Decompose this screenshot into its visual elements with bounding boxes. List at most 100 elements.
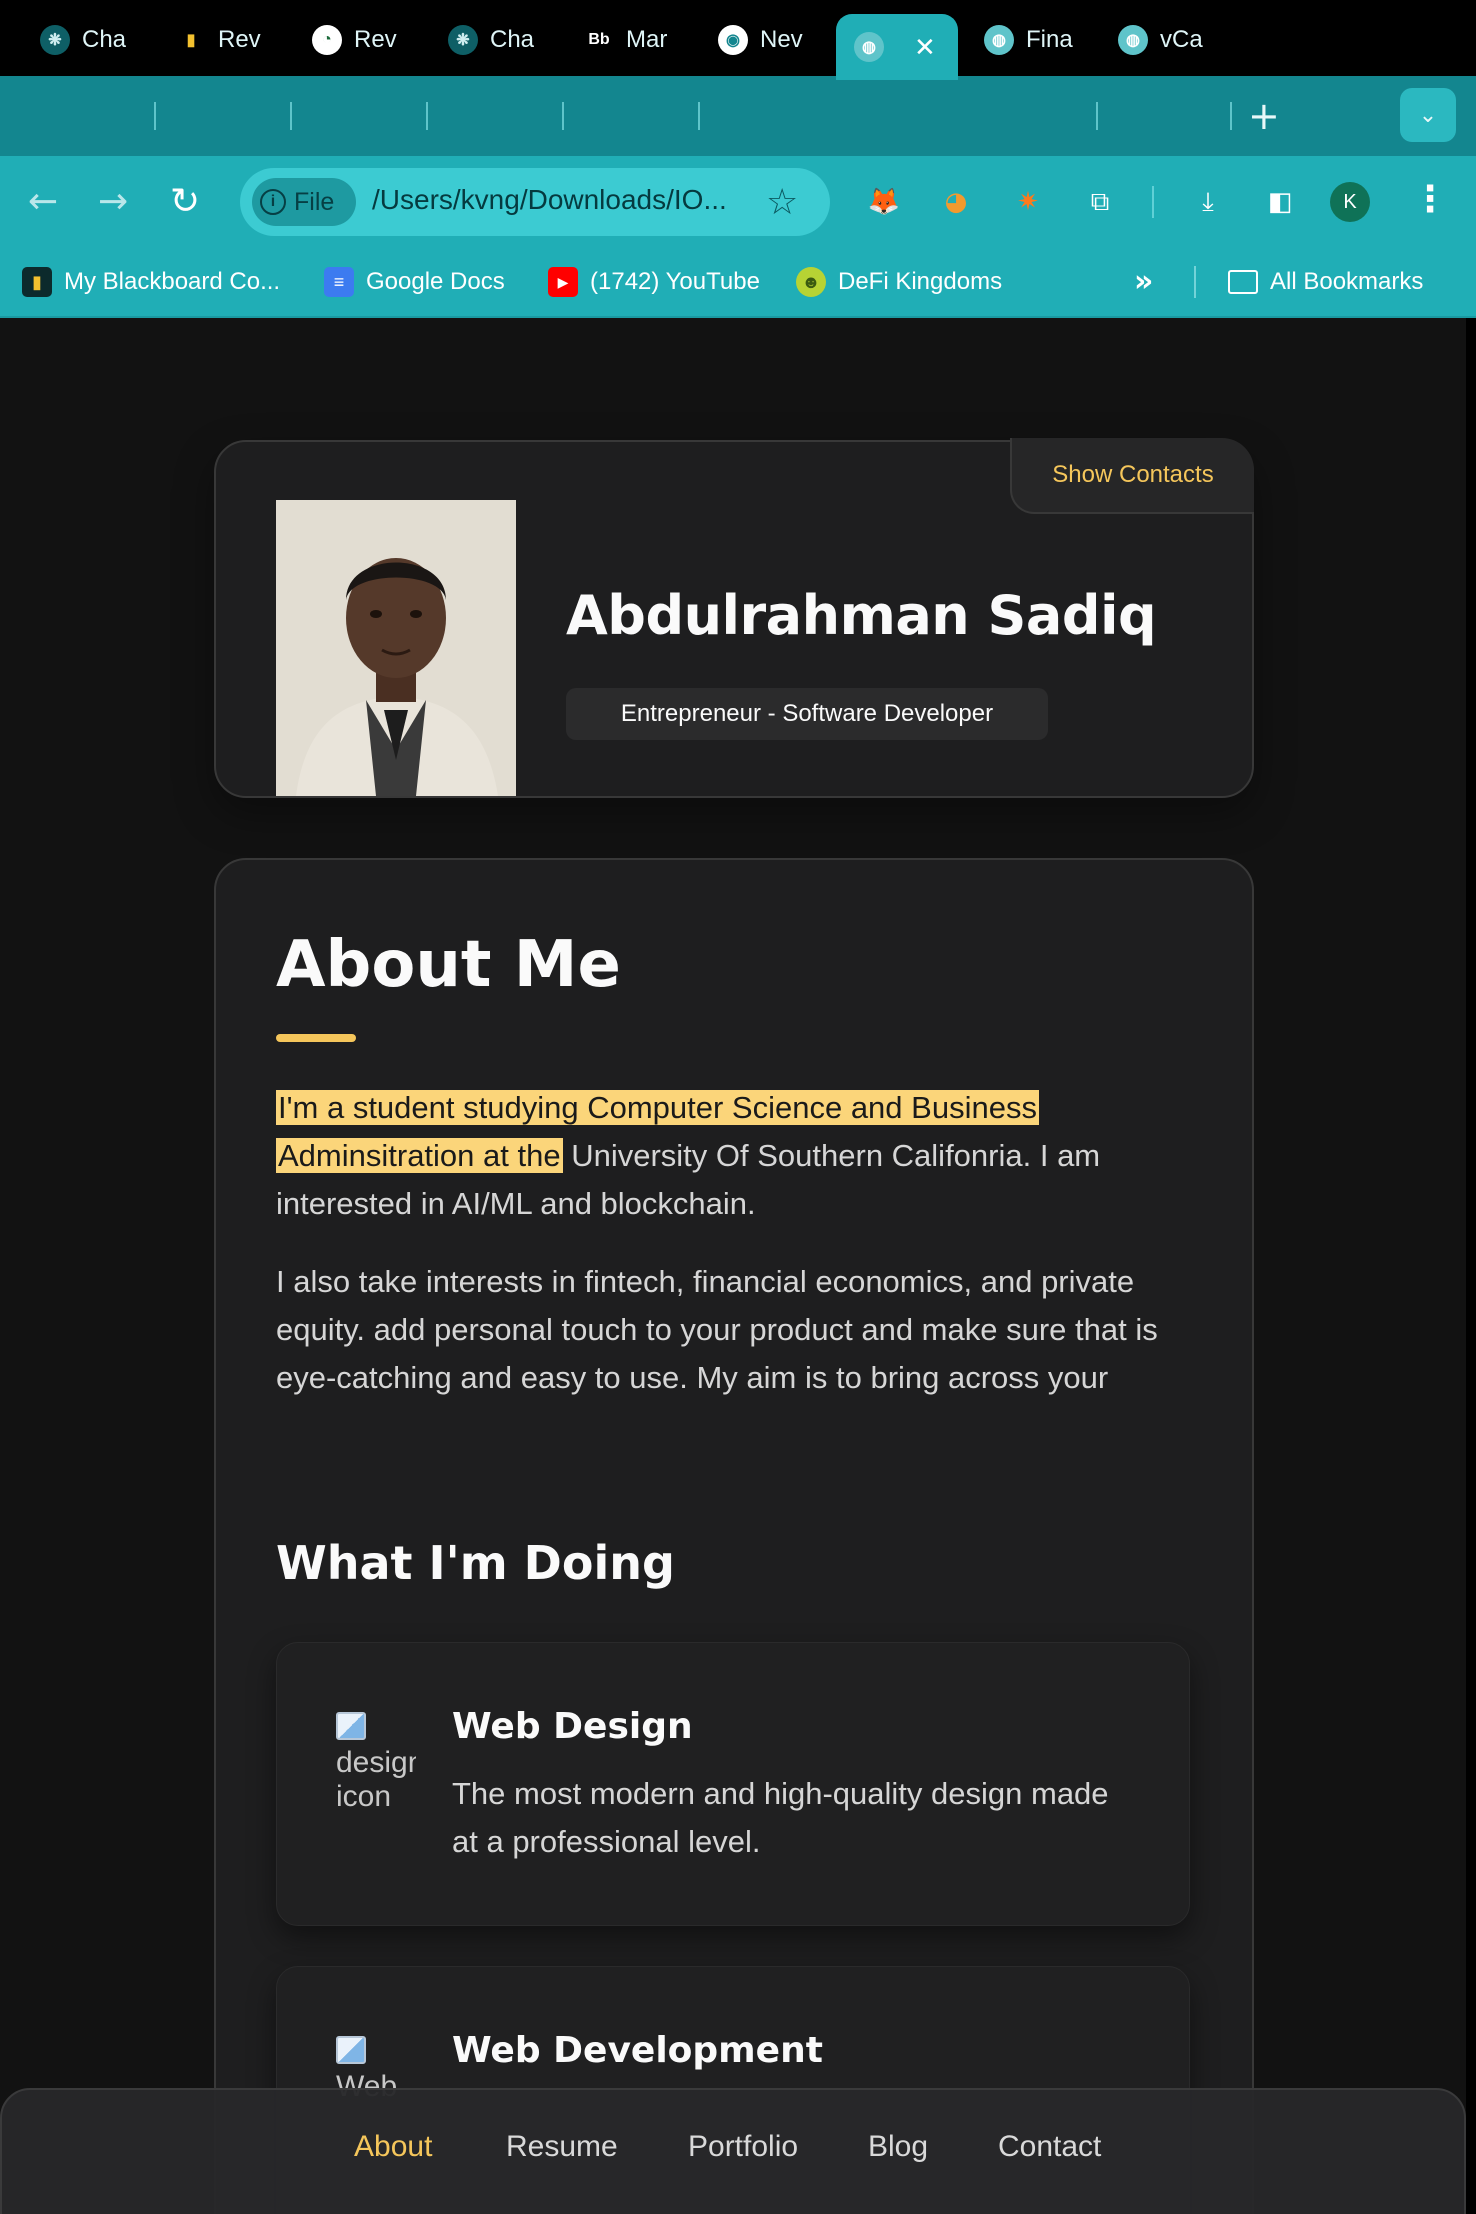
tab-separator — [1230, 102, 1232, 130]
metamask-fox-icon[interactable]: 🦊 — [864, 182, 904, 222]
globe-icon: ◍ — [1118, 25, 1148, 55]
folder-icon — [1228, 270, 1258, 294]
tab-label: Rev — [354, 26, 397, 53]
nav-contact[interactable]: Contact — [998, 2130, 1101, 2164]
tab-separator — [1096, 102, 1098, 130]
side-panel-icon[interactable]: ◧ — [1260, 182, 1300, 222]
highlighted-text: Adminsitration at the — [276, 1138, 563, 1173]
tab-8[interactable]: ◍ Fina — [984, 14, 1094, 66]
highlighted-text: I'm a student studying Computer Science … — [276, 1090, 1039, 1125]
url-text[interactable]: /Users/kvng/Downloads/IO... — [372, 184, 752, 216]
globe-icon: ◍ — [984, 25, 1014, 55]
bookmarks-separator — [1194, 266, 1196, 298]
bookmark-label: (1742) YouTube — [590, 268, 760, 295]
globe-icon: ◍ — [854, 32, 884, 62]
paragraph-text: University Of Southern Califonria. I am — [562, 1138, 1101, 1173]
all-bookmarks-label: All Bookmarks — [1270, 268, 1424, 295]
tab-4[interactable]: ❋ Cha — [448, 14, 558, 66]
tab-9[interactable]: ◍ vCa — [1118, 14, 1228, 66]
tab-separator — [698, 102, 700, 130]
chatgpt-icon: ❋ — [448, 25, 478, 55]
tab-label: Cha — [82, 26, 127, 53]
bookmark-google-docs[interactable]: ≡ Google Docs — [324, 264, 505, 300]
chip-label: File — [294, 187, 335, 216]
service-description: The most modern and high-quality design … — [452, 1776, 1109, 1859]
show-contacts-button[interactable]: Show Contacts — [1010, 438, 1254, 514]
design-icon: design icon — [336, 1712, 416, 1832]
new-tab-button[interactable]: + — [1248, 96, 1280, 136]
window-edge — [1466, 318, 1476, 2214]
tab-6[interactable]: ◉ Nev — [718, 14, 828, 66]
docs-icon: ≡ — [324, 267, 354, 297]
service-title: Web Design — [452, 1706, 693, 1747]
chevron-down-icon: ⌄ — [1418, 102, 1438, 128]
icon-alt-text: design icon — [336, 1746, 416, 1813]
about-paragraph-2: I also take interests in fintech, financ… — [276, 1264, 1158, 1395]
tab-3[interactable]: ◔ Rev — [312, 14, 422, 66]
tab-label: Rev — [218, 26, 261, 53]
forward-button[interactable]: → — [98, 182, 128, 222]
tab-label: Mar — [626, 26, 668, 53]
extension-owl-icon[interactable]: ◕ — [936, 182, 976, 222]
tab-active[interactable]: ◍ ✕ — [836, 14, 958, 80]
tab-label: Fina — [1026, 26, 1073, 53]
avatar-photo — [276, 500, 516, 796]
tab-label: Cha — [490, 26, 535, 53]
chart-circle-icon: ◔ — [312, 25, 342, 55]
bookmark-label: My Blackboard Co... — [64, 268, 281, 295]
extensions-puzzle-icon[interactable]: ⧉ — [1080, 182, 1120, 222]
profile-title-badge: Entrepreneur - Software Developer — [566, 688, 1048, 740]
tab-separator — [154, 102, 156, 130]
bookmark-youtube[interactable]: ▶ (1742) YouTube — [548, 264, 760, 300]
chrome-icon: ◉ — [718, 25, 748, 55]
bookmark-defi-kingdoms[interactable]: ☻ DeFi Kingdoms — [796, 264, 1002, 300]
about-paragraph-1: I'm a student studying Computer Science … — [276, 1084, 1206, 1228]
person-photo — [276, 500, 516, 796]
site-info-chip[interactable]: i File — [252, 178, 356, 226]
back-button[interactable]: ← — [28, 182, 58, 222]
bookmark-blackboard[interactable]: ▮ My Blackboard Co... — [22, 264, 280, 300]
chatgpt-icon: ❋ — [40, 25, 70, 55]
broken-image-icon — [336, 1712, 366, 1740]
youtube-icon: ▶ — [548, 267, 578, 297]
about-heading: About Me — [276, 928, 621, 1002]
blackboard-icon: Bb — [584, 25, 614, 55]
download-icon[interactable]: ⤓ — [1188, 182, 1228, 222]
arrow-left-icon: ← — [28, 181, 59, 222]
more-bookmarks-icon[interactable]: » — [1134, 264, 1153, 299]
spark-extension-icon[interactable]: ✷ — [1008, 182, 1048, 222]
screen: ❋ Cha ▮ Rev ◔ Rev ❋ Cha Bb Mar ◉ Nev ◍ ✕… — [0, 0, 1476, 2214]
heading-underline — [276, 1034, 356, 1042]
all-bookmarks[interactable]: All Bookmarks — [1228, 264, 1423, 300]
toolbar-separator — [1152, 186, 1154, 218]
reload-icon: ↻ — [170, 181, 201, 222]
bar-chart-icon: ▮ — [22, 267, 52, 297]
bar-chart-icon: ▮ — [186, 32, 196, 49]
paragraph-text: interested in AI/ML and blockchain. — [276, 1186, 756, 1221]
tab-2[interactable]: ▮ Rev — [176, 14, 286, 66]
nav-resume[interactable]: Resume — [506, 2130, 618, 2164]
info-icon: i — [260, 189, 286, 215]
profile-name: Abdulrahman Sadiq — [566, 584, 1157, 647]
bookmark-star-icon[interactable]: ☆ — [766, 182, 798, 223]
service-title: Web Development — [452, 2030, 823, 2071]
bookmark-label: DeFi Kingdoms — [838, 268, 1003, 295]
reload-button[interactable]: ↻ — [170, 182, 200, 222]
nav-about[interactable]: About — [354, 2130, 432, 2164]
arrow-right-icon: → — [98, 181, 129, 222]
nav-blog[interactable]: Blog — [868, 2130, 928, 2164]
tab-label: vCa — [1160, 26, 1203, 53]
tab-separator — [290, 102, 292, 130]
profile-avatar[interactable]: K — [1330, 182, 1370, 222]
nav-portfolio[interactable]: Portfolio — [688, 2130, 798, 2164]
defi-icon: ☻ — [796, 267, 826, 297]
broken-image-icon — [336, 2036, 366, 2064]
tab-separator — [426, 102, 428, 130]
tab-5[interactable]: Bb Mar — [584, 14, 694, 66]
bookmark-label: Google Docs — [366, 268, 505, 295]
tab-label: Nev — [760, 26, 803, 53]
tab-1[interactable]: ❋ Cha — [40, 14, 150, 66]
tab-search-button[interactable]: ⌄ — [1400, 88, 1456, 142]
menu-kebab-icon[interactable]: ⋮ — [1412, 180, 1448, 220]
close-icon[interactable]: ✕ — [914, 32, 936, 63]
